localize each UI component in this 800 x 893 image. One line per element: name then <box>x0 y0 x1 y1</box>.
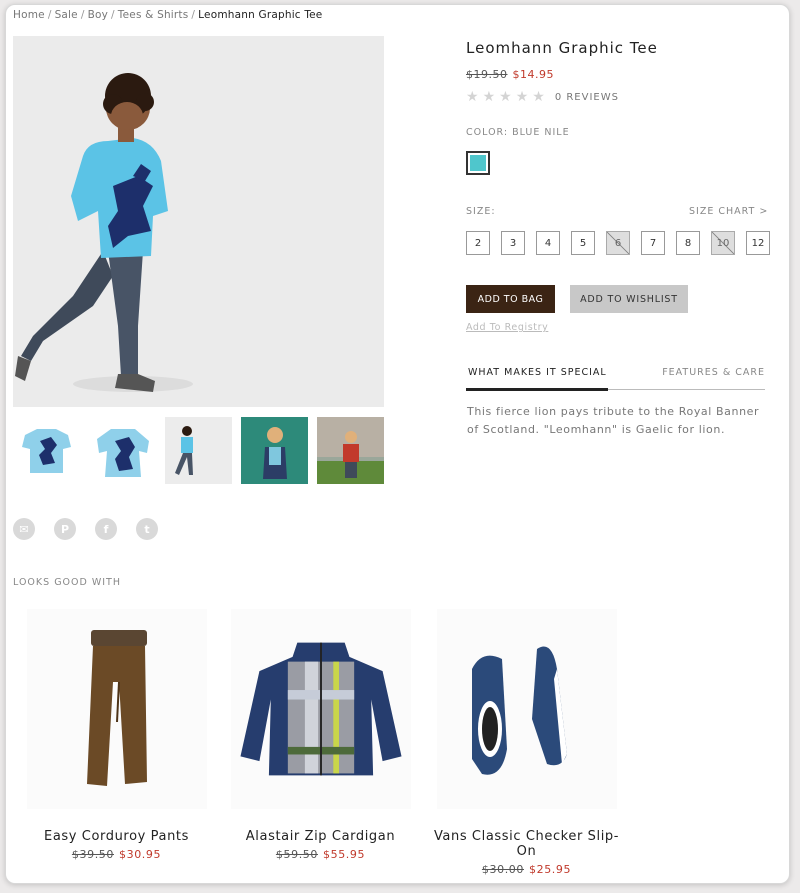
zip-cardigan-illustration <box>239 642 402 776</box>
breadcrumb-separator: / <box>191 9 196 21</box>
share-bar: ✉ P f t <box>13 518 158 540</box>
breadcrumb-separator: / <box>80 9 85 21</box>
size-selector: 2 3 4 5 6 7 8 10 12 <box>466 231 770 255</box>
size-label: SIZE: <box>466 206 496 217</box>
add-to-bag-button[interactable]: ADD TO BAG <box>466 285 555 313</box>
breadcrumb-tees-shirts[interactable]: Tees & Shirts <box>118 9 189 21</box>
twitter-icon[interactable]: t <box>136 518 158 540</box>
looks-good-with-heading: LOOKS GOOD WITH <box>13 577 121 588</box>
size-option-8[interactable]: 8 <box>676 231 700 255</box>
size-option-7[interactable]: 7 <box>641 231 665 255</box>
color-label: COLOR: BLUE NILE <box>466 127 570 138</box>
recommendation-card[interactable]: Vans Classic Checker Slip-On $30.00 $25.9… <box>424 609 629 876</box>
star-icon: ★ <box>482 89 496 105</box>
boy-in-tee-illustration <box>13 36 384 407</box>
old-price: $19.50 <box>466 68 508 81</box>
product-price: $19.50 $14.95 <box>466 68 554 81</box>
recommendation-name[interactable]: Vans Classic Checker Slip-On <box>424 829 629 859</box>
tab-what-makes-it-special[interactable]: WHAT MAKES IT SPECIAL <box>468 367 607 378</box>
boy-pose-illustration <box>165 417 232 484</box>
breadcrumb-current: Leomhann Graphic Tee <box>198 9 323 21</box>
recommendation-card[interactable]: Easy Corduroy Pants $39.50 $30.95 <box>14 609 219 861</box>
corduroy-pants-image[interactable] <box>26 609 207 809</box>
boy-outdoor-illustration <box>317 417 384 484</box>
size-option-12[interactable]: 12 <box>746 231 770 255</box>
email-icon[interactable]: ✉ <box>13 518 35 540</box>
size-option-3[interactable]: 3 <box>501 231 525 255</box>
old-price: $30.00 <box>481 863 524 876</box>
slip-on-shoes-illustration <box>471 646 567 775</box>
size-option-5[interactable]: 5 <box>571 231 595 255</box>
old-price: $59.50 <box>275 848 318 861</box>
girl-teal-illustration <box>241 417 308 484</box>
size-option-4[interactable]: 4 <box>536 231 560 255</box>
recommendation-name[interactable]: Alastair Zip Cardigan <box>218 829 423 844</box>
product-page: Home / Sale / Boy / Tees & Shirts / Leomhann Gra… <box>5 4 790 884</box>
thumbnail-boy-pose[interactable] <box>165 417 232 484</box>
recommendation-price: $39.50 $30.95 <box>14 848 219 861</box>
sale-price: $14.95 <box>512 68 554 81</box>
reviews-link[interactable]: 0 REVIEWS <box>555 92 619 103</box>
breadcrumb-separator: / <box>111 9 115 21</box>
slip-on-image[interactable] <box>436 609 617 809</box>
breadcrumb: Home / Sale / Boy / Tees & Shirts / Leomhann Gra… <box>13 9 322 21</box>
active-tab-indicator <box>466 388 608 391</box>
pinterest-icon[interactable]: P <box>54 518 76 540</box>
sale-price: $30.95 <box>119 848 162 861</box>
thumbnail-girl-teal[interactable] <box>241 417 308 484</box>
breadcrumb-home[interactable]: Home <box>13 9 45 21</box>
color-swatch-fill <box>470 155 486 171</box>
product-main-image[interactable] <box>13 36 384 407</box>
facebook-icon[interactable]: f <box>95 518 117 540</box>
tee-front-illustration <box>13 417 80 484</box>
color-swatch[interactable] <box>466 151 490 175</box>
product-tabs: WHAT MAKES IT SPECIAL FEATURES & CARE <box>466 367 765 391</box>
add-to-wishlist-button[interactable]: ADD TO WISHLIST <box>570 285 688 313</box>
corduroy-pants-illustration <box>86 629 147 786</box>
tee-angle-illustration <box>89 417 156 484</box>
star-icon: ★ <box>532 89 545 105</box>
star-icon: ★ <box>466 89 479 105</box>
sale-price: $55.95 <box>323 848 366 861</box>
thumbnail-boy-outdoor[interactable] <box>317 417 384 484</box>
recommendation-price: $30.00 $25.95 <box>424 863 629 876</box>
old-price: $39.50 <box>71 848 114 861</box>
tab-features-care[interactable]: FEATURES & CARE <box>662 367 765 378</box>
size-chart-link[interactable]: SIZE CHART > <box>689 206 768 217</box>
thumbnail-tee-angle[interactable] <box>89 417 156 484</box>
product-title: Leomhann Graphic Tee <box>466 39 658 57</box>
recommendation-card[interactable]: Alastair Zip Cardigan $59.50 $55.95 <box>218 609 423 861</box>
size-option-2[interactable]: 2 <box>466 231 490 255</box>
breadcrumb-separator: / <box>47 9 52 21</box>
breadcrumb-boy[interactable]: Boy <box>88 9 108 21</box>
size-option-6[interactable]: 6 <box>606 231 630 255</box>
zip-cardigan-image[interactable] <box>230 609 411 809</box>
size-option-10[interactable]: 10 <box>711 231 735 255</box>
recommendation-price: $59.50 $55.95 <box>218 848 423 861</box>
sale-price: $25.95 <box>529 863 572 876</box>
star-icon: ★ <box>499 89 512 105</box>
thumbnail-tee-front[interactable] <box>13 417 80 484</box>
star-icon: ★ <box>515 89 529 105</box>
add-to-registry-link[interactable]: Add To Registry <box>466 322 548 333</box>
recommendation-name[interactable]: Easy Corduroy Pants <box>14 829 219 844</box>
breadcrumb-sale[interactable]: Sale <box>55 9 78 21</box>
rating-row[interactable]: ★ ★ ★ ★ ★ 0 REVIEWS <box>466 89 619 105</box>
thumbnail-strip <box>13 417 384 484</box>
product-description: This fierce lion pays tribute to the Roy… <box>467 405 760 436</box>
